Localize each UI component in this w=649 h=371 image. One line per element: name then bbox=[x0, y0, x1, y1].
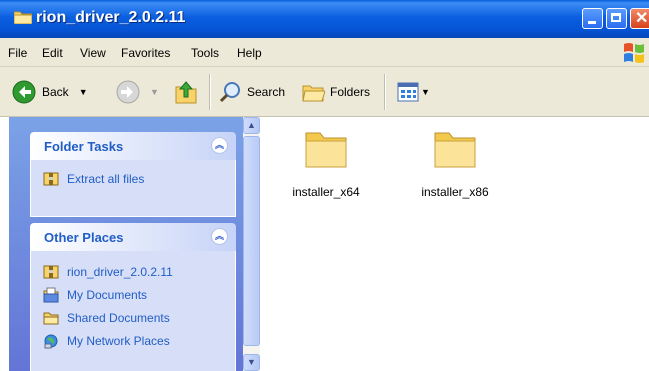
folder-tasks-panel: Folder Tasks ︽ Extract all files bbox=[30, 132, 236, 217]
close-button[interactable]: ✕ bbox=[630, 8, 649, 29]
other-place-label: My Documents bbox=[67, 288, 148, 302]
toolbar-separator bbox=[384, 74, 386, 110]
chevron-down-icon[interactable]: ▼ bbox=[421, 87, 430, 97]
other-places-panel: Other Places ︽ rion_driver_2.0.2.11 My D… bbox=[30, 223, 236, 371]
zip-folder-icon bbox=[43, 265, 59, 279]
chevron-down-icon[interactable]: ▼ bbox=[79, 87, 88, 97]
task-pane-scrollbar[interactable]: ▲ ▼ bbox=[243, 117, 260, 371]
other-place-shared-documents[interactable]: Shared Documents bbox=[43, 310, 170, 326]
back-button[interactable]: Back ▼ bbox=[12, 80, 88, 104]
folders-icon bbox=[302, 85, 325, 102]
folder-item[interactable]: installer_x86 bbox=[395, 127, 515, 199]
folder-name: installer_x86 bbox=[421, 185, 489, 199]
back-arrow-icon bbox=[12, 80, 36, 104]
chevron-up-icon: ▲ bbox=[247, 120, 256, 130]
other-place-my-documents[interactable]: My Documents bbox=[43, 287, 147, 303]
chevron-down-icon[interactable]: ▼ bbox=[150, 87, 159, 97]
other-place-rion-driver[interactable]: rion_driver_2.0.2.11 bbox=[43, 264, 173, 280]
other-place-label: rion_driver_2.0.2.11 bbox=[67, 265, 173, 279]
menu-bar: File Edit View Favorites Tools Help bbox=[0, 38, 649, 67]
scroll-down-button[interactable]: ▼ bbox=[243, 354, 260, 371]
search-button[interactable]: Search bbox=[218, 80, 285, 104]
task-pane: Folder Tasks ︽ Extract all files Other P… bbox=[9, 117, 257, 371]
close-icon: ✕ bbox=[635, 10, 649, 27]
extract-icon bbox=[43, 172, 59, 186]
other-places-title: Other Places bbox=[44, 230, 124, 245]
minimize-icon bbox=[588, 21, 596, 24]
folders-button[interactable]: Folders bbox=[301, 80, 370, 104]
scroll-thumb[interactable] bbox=[243, 136, 260, 346]
title-bar[interactable]: rion_driver_2.0.2.11 ✕ bbox=[0, 0, 649, 38]
maximize-button[interactable] bbox=[606, 8, 627, 29]
folder-icon bbox=[14, 11, 32, 24]
search-label: Search bbox=[247, 85, 286, 99]
menu-tools[interactable]: Tools bbox=[191, 46, 219, 60]
folder-icon bbox=[305, 132, 347, 168]
folder-tasks-title: Folder Tasks bbox=[44, 139, 124, 154]
maximize-icon bbox=[611, 13, 621, 22]
other-place-label: Shared Documents bbox=[67, 311, 170, 325]
folder-icon bbox=[434, 132, 476, 168]
my-documents-icon bbox=[43, 287, 59, 303]
other-place-label: My Network Places bbox=[67, 334, 170, 348]
forward-arrow-icon bbox=[116, 80, 140, 104]
extract-all-link[interactable]: Extract all files bbox=[43, 171, 144, 187]
folder-name: installer_x64 bbox=[292, 185, 360, 199]
minimize-button[interactable] bbox=[582, 8, 603, 29]
shared-folder-icon bbox=[43, 312, 59, 325]
scroll-up-button[interactable]: ▲ bbox=[243, 117, 260, 134]
menu-view[interactable]: View bbox=[80, 46, 106, 60]
toolbar-separator bbox=[209, 74, 211, 110]
back-label: Back bbox=[42, 85, 69, 99]
search-icon bbox=[219, 82, 240, 103]
forward-button[interactable]: ▼ bbox=[116, 80, 159, 104]
collapse-chevron-icon[interactable]: ︽ bbox=[211, 137, 228, 154]
other-place-my-network-places[interactable]: My Network Places bbox=[43, 333, 170, 349]
views-icon bbox=[397, 82, 419, 102]
network-icon bbox=[44, 334, 58, 349]
up-folder-icon[interactable] bbox=[174, 79, 198, 105]
views-button[interactable]: ▼ bbox=[397, 82, 430, 102]
other-places-body: rion_driver_2.0.2.11 My Documents Shared… bbox=[30, 251, 236, 371]
chevron-down-icon: ▼ bbox=[247, 357, 256, 367]
menu-favorites[interactable]: Favorites bbox=[121, 46, 170, 60]
collapse-chevron-icon[interactable]: ︽ bbox=[211, 228, 228, 245]
menu-edit[interactable]: Edit bbox=[42, 46, 63, 60]
menu-file[interactable]: File bbox=[8, 46, 27, 60]
windows-logo-icon bbox=[624, 43, 644, 63]
menu-help[interactable]: Help bbox=[237, 46, 262, 60]
explorer-window: rion_driver_2.0.2.11 ✕ File Edit View Fa… bbox=[0, 0, 649, 371]
file-list: installer_x64 installer_x86 bbox=[260, 117, 649, 371]
extract-all-label: Extract all files bbox=[67, 172, 145, 186]
other-places-header[interactable]: Other Places ︽ bbox=[30, 223, 236, 251]
folder-tasks-header[interactable]: Folder Tasks ︽ bbox=[30, 132, 236, 160]
window-title: rion_driver_2.0.2.11 bbox=[36, 9, 186, 26]
folder-item[interactable]: installer_x64 bbox=[266, 127, 386, 199]
folders-label: Folders bbox=[330, 85, 371, 99]
folder-tasks-body: Extract all files bbox=[30, 160, 236, 217]
